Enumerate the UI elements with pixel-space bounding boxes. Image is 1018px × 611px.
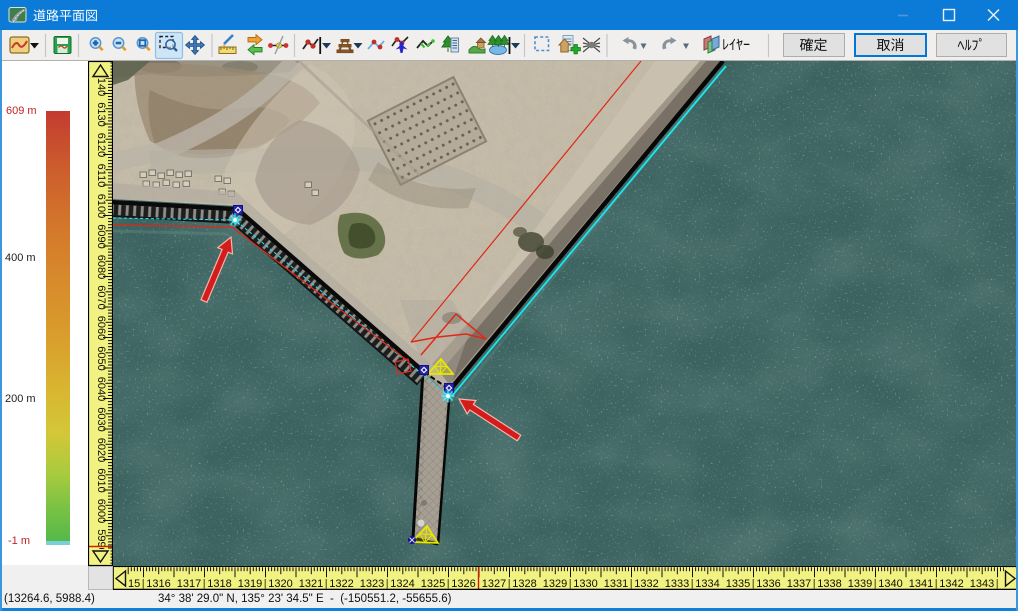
svg-text:1316: 1316 [146, 578, 170, 590]
svg-text:6070: 6070 [95, 285, 107, 309]
svg-text:1317: 1317 [177, 578, 201, 590]
svg-text:6110: 6110 [95, 164, 107, 188]
svg-text:1321: 1321 [299, 578, 323, 590]
svg-text:6060: 6060 [95, 316, 107, 340]
svg-text:1331: 1331 [604, 578, 628, 590]
svg-text:1329: 1329 [543, 578, 567, 590]
svg-text:1323: 1323 [360, 578, 384, 590]
svg-text:1340: 1340 [878, 578, 902, 590]
svg-text:6080: 6080 [95, 255, 107, 279]
svg-text:1319: 1319 [238, 578, 262, 590]
svg-text:1332: 1332 [634, 578, 658, 590]
svg-text:1335: 1335 [726, 578, 750, 590]
svg-text:1339: 1339 [848, 578, 872, 590]
svg-text:1327: 1327 [482, 578, 506, 590]
svg-text:1324: 1324 [390, 578, 414, 590]
svg-text:6100: 6100 [95, 194, 107, 218]
svg-text:1342: 1342 [939, 578, 963, 590]
svg-text:1333: 1333 [665, 578, 689, 590]
svg-text:1330: 1330 [573, 578, 597, 590]
svg-text:6130: 6130 [95, 102, 107, 126]
svg-text:1325: 1325 [421, 578, 445, 590]
svg-text:1337: 1337 [787, 578, 811, 590]
svg-text:6020: 6020 [95, 438, 107, 462]
svg-text:6040: 6040 [95, 377, 107, 401]
svg-text:1334: 1334 [695, 578, 719, 590]
svg-text:1320: 1320 [268, 578, 292, 590]
svg-text:1341: 1341 [909, 578, 933, 590]
svg-text:1343: 1343 [970, 578, 994, 590]
svg-text:6000: 6000 [95, 499, 107, 523]
svg-text:1326: 1326 [451, 578, 475, 590]
svg-text:6010: 6010 [95, 468, 107, 492]
svg-text:6030: 6030 [95, 407, 107, 431]
svg-text:1338: 1338 [817, 578, 841, 590]
svg-text:6090: 6090 [95, 224, 107, 248]
svg-text:1328: 1328 [512, 578, 536, 590]
svg-text:1318: 1318 [207, 578, 231, 590]
svg-text:1322: 1322 [329, 578, 353, 590]
svg-text:1336: 1336 [756, 578, 780, 590]
svg-text:6050: 6050 [95, 346, 107, 370]
svg-text:6120: 6120 [95, 133, 107, 157]
